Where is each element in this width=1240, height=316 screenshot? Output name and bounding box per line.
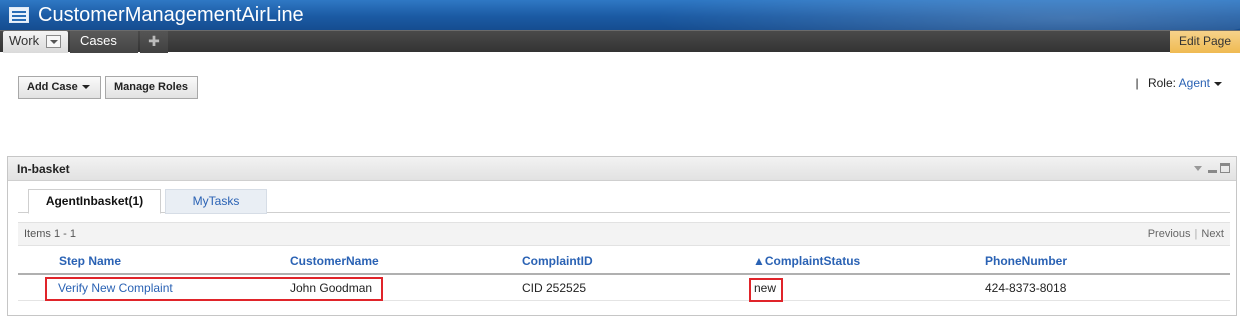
minimize-icon[interactable]	[1208, 170, 1217, 173]
tab-agent-inbasket[interactable]: AgentInbasket(1)	[28, 189, 161, 214]
previous-link[interactable]: Previous	[1148, 228, 1191, 240]
maximize-icon[interactable]	[1220, 163, 1230, 173]
add-tab-icon[interactable]: ✚	[140, 31, 168, 53]
cell-phone-number: 424-8373-8018	[985, 281, 1067, 295]
role-separator: |	[1135, 76, 1139, 90]
panel-controls	[1191, 163, 1230, 175]
panel-header: In-basket	[8, 157, 1236, 181]
highlight-box	[45, 277, 383, 301]
pager-separator: |	[1194, 228, 1198, 240]
tab-work-label: Work	[9, 33, 40, 48]
role-label: Role:	[1147, 76, 1176, 90]
manage-roles-button[interactable]: Manage Roles	[105, 76, 198, 99]
add-case-label: Add Case	[27, 81, 78, 93]
panel-title: In-basket	[17, 162, 70, 176]
tab-bar: Work Cases ✚ Edit Page	[0, 30, 1240, 53]
column-header-complaint-status[interactable]: ▲ComplaintStatus	[753, 254, 860, 268]
highlight-box	[749, 278, 783, 302]
column-header-complaint-id[interactable]: ComplaintID	[522, 254, 593, 268]
role-selector: | Role: Agent	[1135, 76, 1222, 90]
header-divider	[18, 273, 1230, 275]
column-header-phone-number[interactable]: PhoneNumber	[985, 254, 1067, 268]
caret-down-icon[interactable]	[1214, 81, 1222, 86]
column-header-step-name[interactable]: Step Name	[59, 254, 121, 268]
edit-page-button[interactable]: Edit Page	[1170, 31, 1240, 53]
items-count: Items 1 - 1	[24, 228, 76, 240]
tab-work[interactable]: Work	[3, 31, 68, 53]
app-title: CustomerManagementAirLine	[38, 4, 304, 26]
column-header-customer-name[interactable]: CustomerName	[290, 254, 379, 268]
in-basket-tabs: AgentInbasket(1) MyTasks	[18, 189, 1230, 214]
panel-menu-icon[interactable]	[1194, 166, 1202, 171]
chevron-down-icon[interactable]	[46, 35, 61, 48]
role-value-link[interactable]: Agent	[1179, 76, 1210, 90]
title-bar: CustomerManagementAirLine	[0, 0, 1240, 30]
pager: Previous | Next	[1148, 228, 1224, 240]
in-basket-panel: In-basket AgentInbasket(1) MyTasks Items…	[7, 156, 1237, 316]
cell-complaint-id: CID 252525	[522, 281, 587, 295]
tab-my-tasks[interactable]: MyTasks	[165, 189, 267, 214]
add-case-button[interactable]: Add Case	[18, 76, 101, 99]
title-bar-swoosh	[580, 0, 1240, 30]
caret-down-icon	[81, 85, 90, 90]
next-link[interactable]: Next	[1201, 228, 1224, 240]
app-icon	[9, 7, 29, 23]
grid-toolbar: Items 1 - 1 Previous | Next	[18, 222, 1230, 246]
tab-cases[interactable]: Cases	[70, 31, 138, 53]
